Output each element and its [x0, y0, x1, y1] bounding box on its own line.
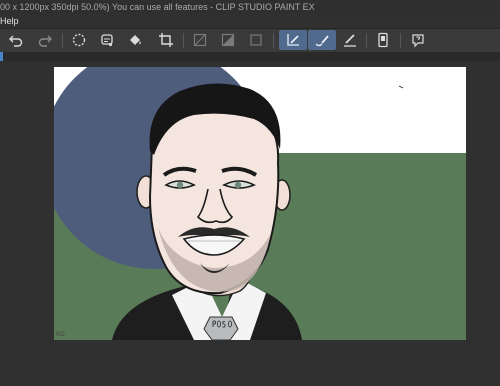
- toolbar-separator: [273, 33, 274, 48]
- fill-bucket-icon: [130, 35, 141, 45]
- fill-bucket-button[interactable]: [124, 30, 146, 50]
- active-tab-marker[interactable]: [0, 52, 3, 61]
- menu-bar: Help: [0, 14, 500, 28]
- undo-button[interactable]: [5, 30, 27, 50]
- brush-button[interactable]: [339, 30, 361, 50]
- clear-selection-button[interactable]: [68, 30, 90, 50]
- crop-icon: [159, 33, 173, 47]
- help-button[interactable]: [407, 30, 429, 50]
- tablet-button[interactable]: [372, 30, 394, 50]
- artwork: [54, 67, 466, 340]
- mask-off-button[interactable]: [189, 30, 211, 50]
- stabilize-pen-icon: [315, 35, 329, 47]
- window-title-bar: 00 x 1200px 350dpi 50.0%) You can use al…: [0, 0, 500, 14]
- drawing-canvas[interactable]: [54, 67, 466, 340]
- toolbar-separator: [366, 33, 367, 48]
- mask-off-icon: [193, 33, 207, 47]
- mask-gray-button[interactable]: [217, 30, 239, 50]
- toolbar-separator: [62, 33, 63, 48]
- menu-help[interactable]: Help: [0, 14, 19, 28]
- canvas-tab-bar: [0, 52, 500, 61]
- mask-gray-icon: [221, 33, 235, 47]
- help-icon: [412, 34, 424, 48]
- ruler-pen-icon: [287, 34, 299, 46]
- window-title: 00 x 1200px 350dpi 50.0%) You can use al…: [0, 2, 315, 12]
- stabilize-pen-button[interactable]: [308, 30, 336, 50]
- fill-button[interactable]: [96, 30, 118, 50]
- ruler-pen-button[interactable]: [279, 30, 307, 50]
- redo-icon: [38, 35, 52, 47]
- redo-button[interactable]: [34, 30, 56, 50]
- mask-box-button[interactable]: [245, 30, 267, 50]
- fill-icon: [101, 34, 113, 47]
- toolbar-separator: [400, 33, 401, 48]
- mask-box-icon: [250, 34, 262, 46]
- canvas-corner-label: RD: [56, 332, 65, 338]
- toolbar-separator: [183, 33, 184, 48]
- clear-selection-icon: [72, 33, 86, 47]
- crop-button[interactable]: [155, 30, 177, 50]
- brush-icon: [344, 34, 356, 47]
- undo-icon: [9, 35, 23, 47]
- command-bar: [0, 28, 500, 53]
- tablet-icon: [378, 32, 388, 48]
